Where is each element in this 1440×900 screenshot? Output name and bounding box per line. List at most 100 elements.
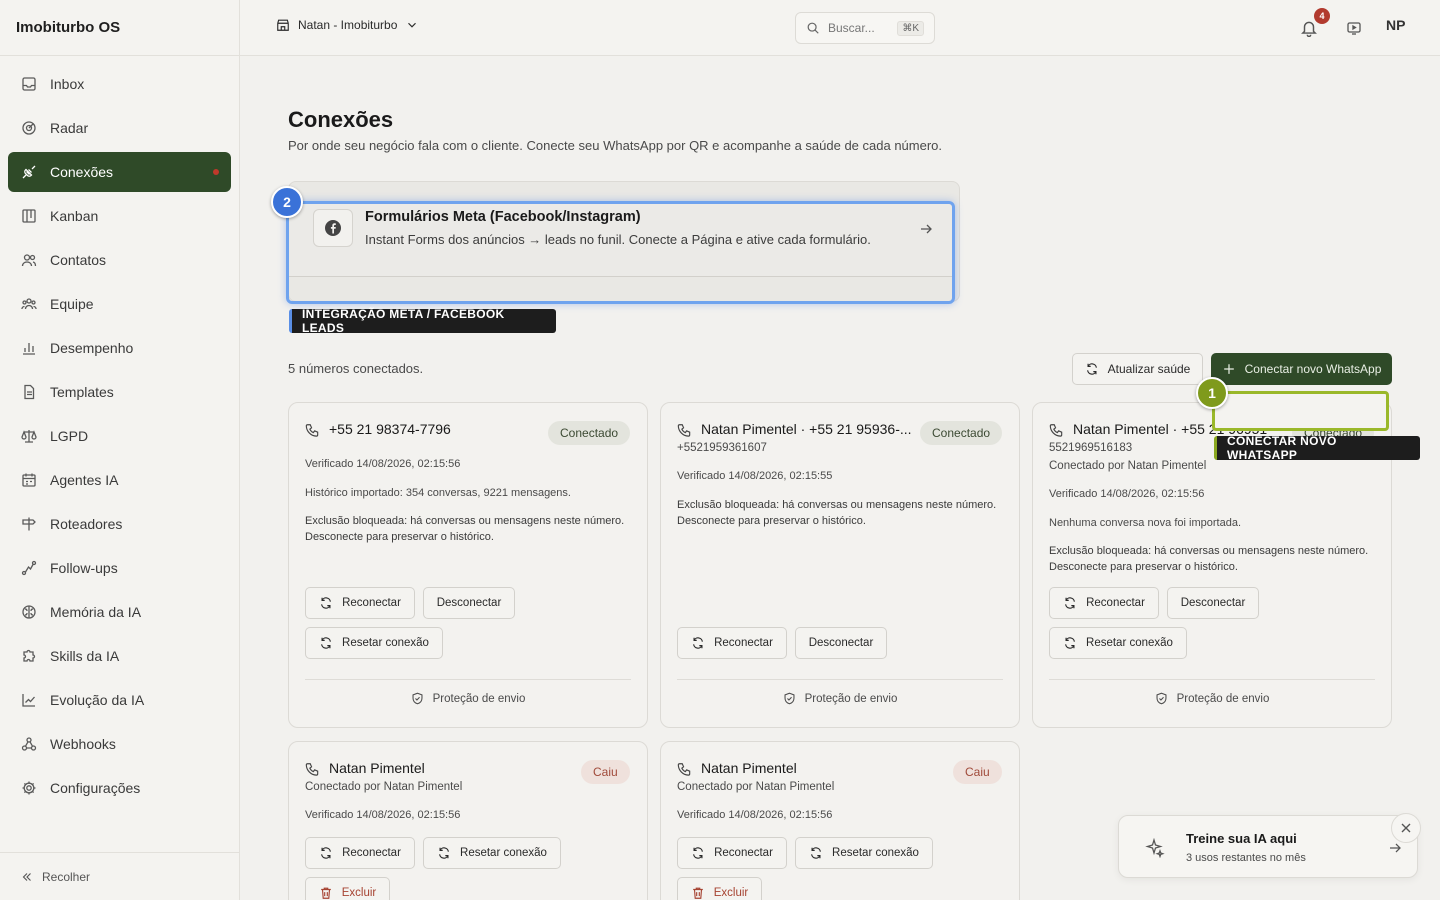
webhook-icon bbox=[21, 737, 37, 751]
sidebar-item-inbox[interactable]: Inbox bbox=[8, 64, 231, 104]
connected-by: Conectado por Natan Pimentel bbox=[1049, 460, 1207, 472]
refresh-icon bbox=[693, 847, 704, 859]
sidebar-item-label: Webhooks bbox=[50, 736, 116, 752]
reconnect-button[interactable]: Reconectar bbox=[1049, 587, 1159, 619]
connect-whatsapp-button[interactable]: Conectar novo WhatsApp bbox=[1211, 353, 1392, 385]
tour-highlight-connect bbox=[1212, 391, 1389, 431]
reconnect-label: Reconectar bbox=[714, 637, 773, 649]
sidebar-item-contatos[interactable]: Contatos bbox=[8, 240, 231, 280]
trash-icon bbox=[692, 887, 703, 899]
refresh-icon bbox=[811, 847, 821, 859]
reset-connection-button[interactable]: Resetar conexão bbox=[795, 837, 933, 869]
shield-icon bbox=[1156, 692, 1167, 705]
inbox-icon bbox=[22, 77, 36, 91]
delete-label: Excluir bbox=[341, 887, 377, 899]
sidebar-item-configuracoes[interactable]: Configurações bbox=[8, 768, 231, 808]
reset-connection-button[interactable]: Resetar conexão bbox=[305, 627, 443, 659]
toast-close-button[interactable] bbox=[1391, 813, 1421, 843]
sidebar-item-label: Skills da IA bbox=[50, 648, 120, 664]
sparkle-icon bbox=[1145, 838, 1165, 858]
meta-forms-card[interactable]: Formulários Meta (Facebook/Instagram) In… bbox=[289, 204, 952, 277]
reconnect-button[interactable]: Reconectar bbox=[305, 837, 415, 869]
page-title: Conexões bbox=[288, 107, 394, 132]
toast-title: Treine sua IA aqui bbox=[1186, 831, 1297, 846]
sidebar: Imobiturbo OS Inbox Radar Conexões Kanba… bbox=[0, 0, 240, 900]
verified-at: Verificado 14/08/2026, 02:15:55 bbox=[677, 470, 833, 482]
chart-icon bbox=[23, 343, 35, 355]
sidebar-item-label: Agentes IA bbox=[50, 472, 119, 488]
train-ai-toast[interactable]: Treine sua IA aqui 3 usos restantes no m… bbox=[1118, 815, 1418, 878]
reconnect-button[interactable]: Reconectar bbox=[677, 627, 787, 659]
arrow-right-icon bbox=[921, 224, 932, 234]
delete-button[interactable]: Excluir bbox=[677, 877, 762, 900]
reset-connection-button[interactable]: Resetar conexão bbox=[1049, 627, 1187, 659]
reconnect-button[interactable]: Reconectar bbox=[677, 837, 787, 869]
sidebar-item-desempenho[interactable]: Desempenho bbox=[8, 328, 231, 368]
tour-step-2[interactable]: 2 bbox=[271, 186, 303, 218]
divider bbox=[677, 679, 1003, 680]
refresh-icon bbox=[1065, 597, 1076, 609]
refresh-health-button[interactable]: Atualizar saúde bbox=[1072, 353, 1203, 385]
chevron-down-icon bbox=[408, 22, 417, 28]
phone-icon bbox=[677, 424, 691, 437]
route-icon bbox=[21, 560, 37, 576]
refresh-icon bbox=[439, 847, 449, 859]
sidebar-item-memoria-ia[interactable]: Memória da IA bbox=[8, 592, 231, 632]
bell-icon[interactable] bbox=[1300, 19, 1318, 37]
delete-button[interactable]: Excluir bbox=[305, 877, 390, 900]
sidebar-item-skills-ia[interactable]: Skills da IA bbox=[8, 636, 231, 676]
send-protection-link[interactable]: Proteção de envio bbox=[289, 692, 647, 705]
sidebar-item-conexoes[interactable]: Conexões bbox=[8, 152, 231, 192]
connection-card: Natan Pimentel Caiu Conectado por Natan … bbox=[660, 741, 1020, 900]
sidebar-item-label: Desempenho bbox=[50, 340, 134, 356]
send-protection-link[interactable]: Proteção de envio bbox=[661, 692, 1019, 705]
sidebar-item-follow-ups[interactable]: Follow-ups bbox=[8, 548, 231, 588]
connect-whatsapp-label: Conectar novo WhatsApp bbox=[1244, 362, 1382, 376]
send-protection-label: Proteção de envio bbox=[1176, 692, 1270, 705]
disconnect-button[interactable]: Desconectar bbox=[423, 587, 515, 619]
delete-blocked-note: Exclusão bloqueada: há conversas ou mens… bbox=[305, 515, 625, 543]
connection-card: +55 21 98374-7796 Conectado Verificado 1… bbox=[288, 402, 648, 728]
search-shortcut: ⌘K bbox=[897, 20, 924, 36]
topbar: Natan - Imobiturbo Buscar... ⌘K 4 NP bbox=[240, 0, 1440, 56]
disconnect-button[interactable]: Desconectar bbox=[1167, 587, 1259, 619]
status-badge: Caiu bbox=[581, 760, 630, 784]
plug-icon bbox=[22, 165, 36, 179]
sidebar-item-roteadores[interactable]: Roteadores bbox=[8, 504, 231, 544]
document-icon bbox=[24, 384, 35, 400]
send-protection-label: Proteção de envio bbox=[432, 692, 526, 705]
delete-blocked-note: Exclusão bloqueada: há conversas ou mens… bbox=[677, 499, 997, 527]
disconnect-label: Desconectar bbox=[808, 637, 874, 649]
sidebar-item-lgpd[interactable]: LGPD bbox=[8, 416, 231, 456]
disconnect-label: Desconectar bbox=[436, 597, 502, 609]
sidebar-item-kanban[interactable]: Kanban bbox=[8, 196, 231, 236]
sidebar-item-templates[interactable]: Templates bbox=[8, 372, 231, 412]
notification-badge: 4 bbox=[1314, 8, 1330, 24]
refresh-icon bbox=[321, 597, 332, 609]
status-badge: Conectado bbox=[548, 421, 631, 445]
sidebar-item-equipe[interactable]: Equipe bbox=[8, 284, 231, 324]
connection-card: Natan Pimentel Caiu Conectado por Natan … bbox=[288, 741, 648, 900]
workspace-switcher[interactable]: Natan - Imobiturbo bbox=[276, 18, 419, 32]
reset-connection-button[interactable]: Resetar conexão bbox=[423, 837, 561, 869]
shield-icon bbox=[412, 692, 423, 705]
history-info: Nenhuma conversa nova foi importada. bbox=[1049, 517, 1241, 529]
connection-title: Natan Pimentel · +55 21 95936-... bbox=[701, 421, 911, 437]
reconnect-label: Reconectar bbox=[714, 847, 773, 859]
search-input[interactable]: Buscar... ⌘K bbox=[795, 12, 935, 44]
user-avatar[interactable]: NP bbox=[1386, 17, 1405, 33]
sidebar-item-radar[interactable]: Radar bbox=[8, 108, 231, 148]
disconnect-button[interactable]: Desconectar bbox=[795, 627, 887, 659]
sidebar-item-agentes-ia[interactable]: Agentes IA bbox=[8, 460, 231, 500]
toast-subtitle: 3 usos restantes no mês bbox=[1186, 852, 1306, 864]
collapse-sidebar-button[interactable]: Recolher bbox=[0, 852, 239, 900]
video-icon[interactable] bbox=[1346, 20, 1362, 36]
sidebar-item-evolucao-ia[interactable]: Evolução da IA bbox=[8, 680, 231, 720]
meta-card-title: Formulários Meta (Facebook/Instagram) bbox=[365, 209, 641, 225]
tour-step-1[interactable]: 1 bbox=[1196, 377, 1228, 409]
delete-label: Excluir bbox=[713, 887, 749, 899]
phone-icon bbox=[1049, 424, 1063, 437]
reconnect-button[interactable]: Reconectar bbox=[305, 587, 415, 619]
sidebar-item-webhooks[interactable]: Webhooks bbox=[8, 724, 231, 764]
send-protection-link[interactable]: Proteção de envio bbox=[1033, 692, 1391, 705]
